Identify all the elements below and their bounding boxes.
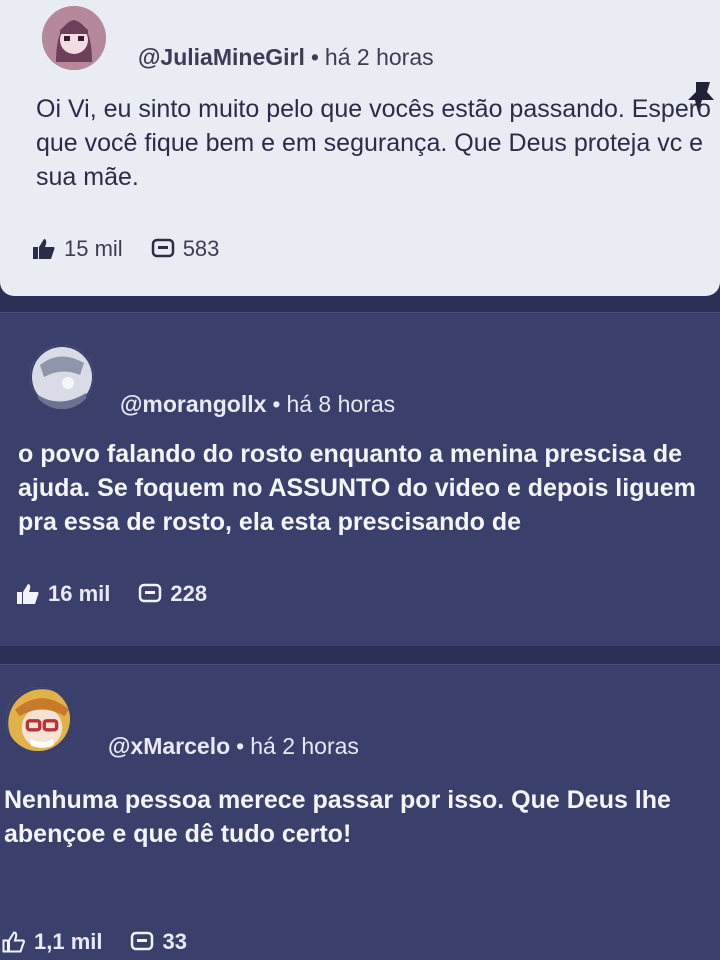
comment-time: há 2 horas bbox=[250, 733, 359, 759]
thumbs-up-icon bbox=[33, 239, 55, 259]
comment-card[interactable]: @morangollx • há 8 horas o povo falando do… bbox=[0, 312, 720, 646]
comment-header: @JuliaMineGirl • há 2 horas bbox=[138, 44, 434, 71]
comment-header: @xMarcelo • há 2 horas bbox=[108, 733, 359, 760]
comment-actions: 15 mil 583 bbox=[32, 236, 219, 262]
author-name[interactable]: @morangollx bbox=[120, 391, 266, 417]
comment-actions: 1,1 mil 33 bbox=[2, 929, 187, 955]
reply-count: 583 bbox=[182, 236, 220, 261]
avatar[interactable] bbox=[30, 345, 94, 409]
avatar[interactable] bbox=[42, 6, 106, 70]
comment-time: há 2 horas bbox=[324, 44, 434, 70]
reply-count: 33 bbox=[162, 929, 187, 954]
comment-time: há 8 horas bbox=[286, 391, 396, 417]
thumbs-up-icon bbox=[17, 584, 39, 604]
reply-count: 228 bbox=[170, 581, 208, 606]
avatar[interactable] bbox=[6, 687, 70, 751]
comment-feed: @JuliaMineGirl • há 2 horas Oi Vi, eu sint… bbox=[0, 0, 720, 960]
thumbs-up-icon bbox=[2, 931, 25, 953]
comment-card[interactable]: @JuliaMineGirl • há 2 horas Oi Vi, eu sint… bbox=[0, 0, 720, 296]
reply-button[interactable]: 583 bbox=[151, 236, 220, 262]
like-count: 16 mil bbox=[48, 581, 111, 606]
comment-header: @morangollx • há 8 horas bbox=[120, 391, 395, 418]
separator: • bbox=[272, 391, 281, 417]
like-count: 1,1 mil bbox=[34, 929, 103, 954]
reply-button[interactable]: 228 bbox=[138, 581, 207, 607]
separator: • bbox=[236, 733, 245, 759]
like-button[interactable]: 16 mil bbox=[16, 581, 110, 607]
reply-button[interactable]: 33 bbox=[130, 929, 187, 955]
like-count: 15 mil bbox=[64, 236, 123, 261]
comment-text: Nenhuma pessoa merece passar por isso. Q… bbox=[4, 786, 671, 848]
comment-text: o povo falando do rosto enquanto a menin… bbox=[18, 440, 696, 536]
separator: • bbox=[310, 44, 319, 70]
comment-card[interactable]: @xMarcelo • há 2 horas Nenhuma pessoa mere… bbox=[0, 664, 720, 960]
comment-text: Oi Vi, eu sinto muito pelo que vocês est… bbox=[36, 95, 711, 191]
comment-icon bbox=[131, 931, 154, 951]
comment-actions: 16 mil 228 bbox=[16, 581, 207, 607]
author-name[interactable]: @xMarcelo bbox=[108, 733, 230, 759]
like-button[interactable]: 1,1 mil bbox=[2, 929, 102, 955]
like-button[interactable]: 15 mil bbox=[32, 236, 123, 262]
comment-icon bbox=[139, 583, 162, 603]
comment-icon bbox=[151, 238, 174, 258]
author-name[interactable]: @JuliaMineGirl bbox=[138, 44, 305, 70]
